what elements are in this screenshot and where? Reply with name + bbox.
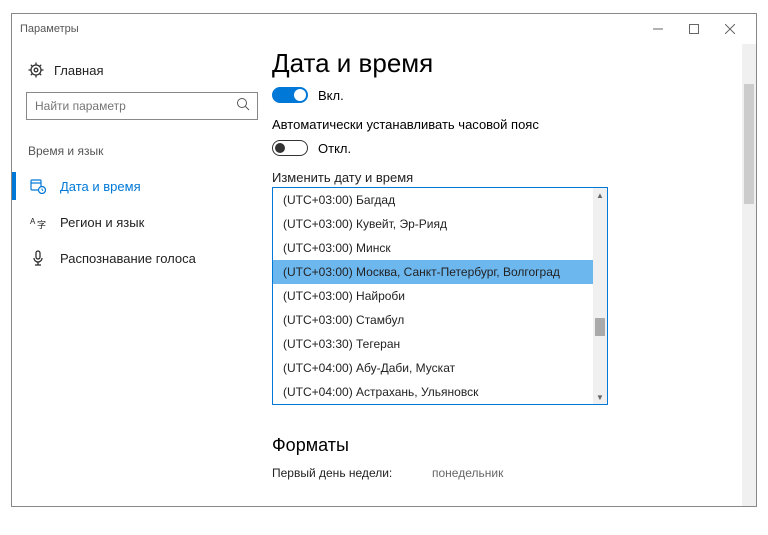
- timezone-option[interactable]: (UTC+03:00) Минск: [273, 236, 593, 260]
- svg-text:A: A: [30, 217, 36, 226]
- auto-tz-state: Откл.: [318, 141, 351, 156]
- sidebar-item-speech[interactable]: Распознавание голоса: [12, 240, 272, 276]
- sidebar-item-region-language[interactable]: A字 Регион и язык: [12, 204, 272, 240]
- dropdown-scrollbar[interactable]: ▲ ▼: [593, 188, 607, 404]
- timezone-option[interactable]: (UTC+03:00) Москва, Санкт-Петербург, Вол…: [273, 260, 593, 284]
- first-day-row: Первый день недели: понедельник: [272, 456, 736, 480]
- sidebar-item-label: Регион и язык: [60, 215, 144, 230]
- first-day-label: Первый день недели:: [272, 466, 412, 480]
- timezone-option[interactable]: (UTC+03:00) Багдад: [273, 188, 593, 212]
- page-title: Дата и время: [272, 48, 736, 85]
- dropdown-list: (UTC+03:00) Багдад(UTC+03:00) Кувейт, Эр…: [273, 188, 607, 404]
- gear-icon: [28, 62, 44, 78]
- titlebar: Параметры: [12, 14, 756, 44]
- home-link[interactable]: Главная: [12, 54, 272, 88]
- auto-tz-toggle[interactable]: [272, 140, 308, 156]
- auto-tz-label: Автоматически устанавливать часовой пояс: [272, 109, 736, 138]
- sidebar: Главная Время и язык Дата и время A字: [12, 44, 272, 506]
- search-input[interactable]: [26, 92, 258, 120]
- window-controls: [640, 17, 748, 41]
- scrollbar-thumb[interactable]: [744, 84, 754, 204]
- timezone-option[interactable]: (UTC+03:00) Кувейт, Эр-Рияд: [273, 212, 593, 236]
- timezone-dropdown[interactable]: ▲ ▼ (UTC+03:00) Багдад(UTC+03:00) Кувейт…: [272, 187, 608, 405]
- timezone-option[interactable]: (UTC+03:30) Тегеран: [273, 332, 593, 356]
- svg-text:字: 字: [37, 219, 46, 230]
- main-content: Дата и время Вкл. Автоматически устанавл…: [272, 48, 756, 480]
- main-scrollbar[interactable]: [742, 44, 756, 506]
- minimize-button[interactable]: [640, 17, 676, 41]
- content: Главная Время и язык Дата и время A字: [12, 44, 756, 506]
- maximize-button[interactable]: [676, 17, 712, 41]
- sidebar-item-date-time[interactable]: Дата и время: [12, 168, 272, 204]
- auto-tz-toggle-row: Откл.: [272, 138, 736, 162]
- window-title: Параметры: [20, 23, 640, 35]
- home-label: Главная: [54, 63, 103, 78]
- close-button[interactable]: [712, 17, 748, 41]
- change-date-time-label: Изменить дату и время: [272, 162, 736, 189]
- scroll-down-button[interactable]: ▼: [593, 390, 607, 404]
- timezone-option[interactable]: (UTC+03:00) Найроби: [273, 284, 593, 308]
- microphone-icon: [30, 250, 46, 266]
- first-day-value: понедельник: [432, 466, 503, 480]
- calendar-clock-icon: [30, 178, 46, 194]
- auto-time-toggle[interactable]: [272, 87, 308, 103]
- sidebar-item-label: Распознавание голоса: [60, 251, 196, 266]
- sidebar-item-label: Дата и время: [60, 179, 141, 194]
- auto-time-state: Вкл.: [318, 88, 344, 103]
- search-icon: [236, 97, 250, 111]
- language-icon: A字: [30, 214, 46, 230]
- timezone-option[interactable]: (UTC+04:00) Абу-Даби, Мускат: [273, 356, 593, 380]
- search-container: [26, 92, 258, 120]
- dropdown-scrollbar-thumb[interactable]: [595, 318, 605, 336]
- main-pane: Дата и время Вкл. Автоматически устанавл…: [272, 44, 756, 506]
- scroll-up-button[interactable]: ▲: [593, 188, 607, 202]
- timezone-option[interactable]: (UTC+04:00) Астрахань, Ульяновск: [273, 380, 593, 404]
- sidebar-section-label: Время и язык: [12, 138, 272, 168]
- settings-window: Параметры Главная: [11, 13, 757, 507]
- auto-time-toggle-row: Вкл.: [272, 85, 736, 109]
- timezone-option[interactable]: (UTC+03:00) Стамбул: [273, 308, 593, 332]
- formats-heading: Форматы: [272, 435, 736, 456]
